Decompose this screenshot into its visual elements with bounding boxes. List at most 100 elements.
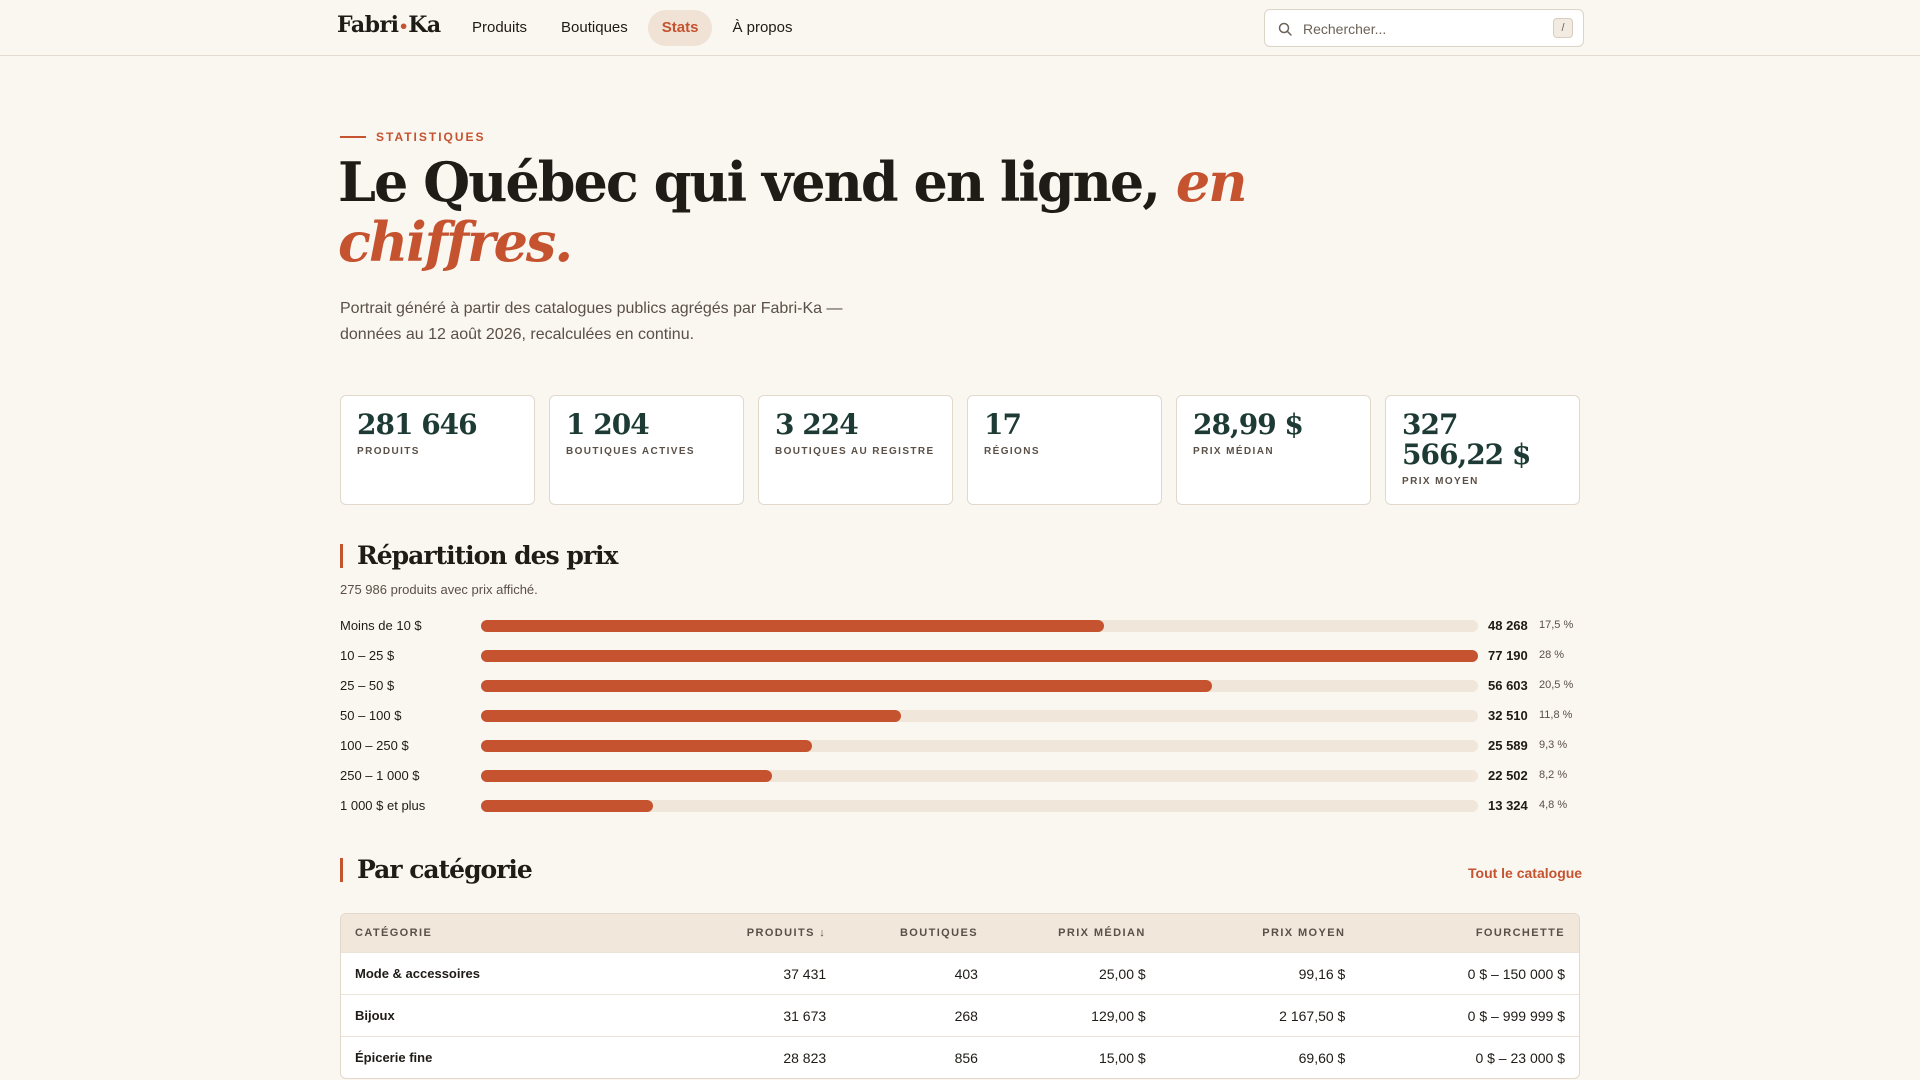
table-row[interactable]: Bijoux 31 673 268 129,00 $ 2 167,50 $ 0 … <box>341 994 1579 1036</box>
stat-card-regions: 17 RÉGIONS <box>967 395 1162 505</box>
distribution-percent: 11,8 % <box>1539 709 1573 721</box>
logo-right: Ka <box>408 12 441 38</box>
stat-label: PRODUITS <box>357 446 420 457</box>
table-row[interactable]: Épicerie fine 28 823 856 15,00 $ 69,60 $… <box>341 1036 1579 1078</box>
distribution-count: 25 589 <box>1488 738 1528 753</box>
distribution-count: 56 603 <box>1488 678 1528 693</box>
distribution-label: 50 – 100 $ <box>340 708 402 723</box>
distribution-bar-track <box>481 800 1478 812</box>
stat-card-boutiques-registre: 3 224 BOUTIQUES AU REGISTRE <box>758 395 953 505</box>
stat-value: 327 566,22 $ <box>1402 408 1531 471</box>
logo-left: Fabri <box>337 12 399 38</box>
distribution-bar-track <box>481 650 1478 662</box>
distribution-bar <box>481 770 772 782</box>
distribution-row: 1 000 $ et plus 13 324 4,8 % <box>340 796 1580 826</box>
distribution-percent: 8,2 % <box>1539 769 1568 781</box>
distribution-bar <box>481 740 812 752</box>
nav-item-boutiques[interactable]: Boutiques <box>547 10 642 46</box>
distribution-row: 50 – 100 $ 32 510 11,8 % <box>340 706 1580 736</box>
cell-average-price: 99,16 $ <box>1298 965 1346 982</box>
distribution-bar-track <box>481 710 1478 722</box>
stat-card-prix-median: 28,99 $ PRIX MÉDIAN <box>1176 395 1371 505</box>
cell-products: 37 431 <box>783 965 827 982</box>
page-title: Le Québec qui vend en ligne, en chiffres… <box>338 152 1258 272</box>
column-header-categorie[interactable]: CATÉGORIE <box>341 927 720 939</box>
stat-cards: 281 646 PRODUITS 1 204 BOUTIQUES ACTIVES… <box>340 395 1580 505</box>
price-distribution-chart: Moins de 10 $ 48 268 17,5 % 10 – 25 $ 77 190… <box>340 616 1580 826</box>
cell-products: 31 673 <box>783 1007 827 1024</box>
section-title-distribution: Répartition des prix <box>340 543 618 568</box>
distribution-row: 10 – 25 $ 77 190 28 % <box>340 646 1580 676</box>
cell-products: 28 823 <box>783 1049 827 1066</box>
cell-range: 0 $ – 150 000 $ <box>1467 965 1565 982</box>
nav-item-a-propos[interactable]: À propos <box>718 10 806 46</box>
search-icon <box>1278 22 1292 36</box>
nav-item-produits[interactable]: Produits <box>458 10 541 46</box>
cell-average-price: 69,60 $ <box>1298 1049 1346 1066</box>
distribution-count: 77 190 <box>1488 648 1528 663</box>
logo[interactable]: Fabri•Ka <box>337 12 441 38</box>
cell-range: 0 $ – 23 000 $ <box>1475 1049 1565 1066</box>
distribution-percent: 20,5 % <box>1539 679 1574 691</box>
search-input[interactable] <box>1303 18 1533 40</box>
see-all-catalog-link[interactable]: Tout le catalogue <box>1468 865 1582 881</box>
stat-value: 281 646 <box>357 408 478 441</box>
distribution-count: 32 510 <box>1488 708 1528 723</box>
cell-median-price: 25,00 $ <box>1098 965 1146 982</box>
eyebrow-text: STATISTIQUES <box>376 130 486 144</box>
column-header-prix-median[interactable]: PRIX MÉDIAN <box>992 927 1160 939</box>
distribution-row: Moins de 10 $ 48 268 17,5 % <box>340 616 1580 646</box>
stat-label: RÉGIONS <box>984 446 1040 457</box>
distribution-subtitle: 275 986 produits avec prix affiché. <box>340 582 538 597</box>
stat-value: 3 224 <box>775 408 859 441</box>
stat-card-prix-moyen: 327 566,22 $ PRIX MOYEN <box>1385 395 1580 505</box>
stat-label: BOUTIQUES AU REGISTRE <box>775 446 935 457</box>
distribution-bar <box>481 680 1213 692</box>
distribution-row: 25 – 50 $ 56 603 20,5 % <box>340 676 1580 706</box>
column-header-produits[interactable]: PRODUITS ↓ <box>720 927 840 939</box>
eyebrow-line <box>340 136 366 138</box>
column-header-fourchette[interactable]: FOURCHETTE <box>1359 927 1579 939</box>
distribution-bar-track <box>481 740 1478 752</box>
distribution-bar <box>481 710 901 722</box>
cell-category: Épicerie fine <box>355 1050 433 1065</box>
distribution-percent: 4,8 % <box>1539 799 1568 811</box>
distribution-label: 25 – 50 $ <box>340 678 395 693</box>
category-table: CATÉGORIE PRODUITS ↓ BOUTIQUES PRIX MÉDI… <box>340 913 1580 1079</box>
cell-category: Bijoux <box>355 1008 395 1023</box>
stat-label: BOUTIQUES ACTIVES <box>566 446 695 457</box>
main-nav: Produits Boutiques Stats À propos <box>458 10 806 46</box>
stat-card-boutiques-actives: 1 204 BOUTIQUES ACTIVES <box>549 395 744 505</box>
distribution-percent: 17,5 % <box>1539 619 1574 631</box>
distribution-count: 22 502 <box>1488 768 1528 783</box>
stat-card-produits: 281 646 PRODUITS <box>340 395 535 505</box>
distribution-percent: 9,3 % <box>1539 739 1568 751</box>
cell-average-price: 2 167,50 $ <box>1279 1007 1346 1024</box>
distribution-bar <box>481 650 1478 662</box>
section-title-categories: Par catégorie <box>340 857 533 882</box>
distribution-label: Moins de 10 $ <box>340 618 422 633</box>
cell-range: 0 $ – 999 999 $ <box>1467 1007 1565 1024</box>
distribution-percent: 28 % <box>1539 649 1565 661</box>
distribution-bar <box>481 800 654 812</box>
cell-shops: 403 <box>954 965 978 982</box>
distribution-bar <box>481 620 1105 632</box>
top-navigation-bar: Fabri•Ka Produits Boutiques Stats À prop… <box>0 0 1920 56</box>
cell-shops: 268 <box>954 1007 978 1024</box>
column-header-prix-moyen[interactable]: PRIX MOYEN <box>1160 927 1360 939</box>
page-intro: Portrait généré à partir des catalogues … <box>340 300 843 343</box>
distribution-label: 250 – 1 000 $ <box>340 768 420 783</box>
distribution-bar-track <box>481 620 1478 632</box>
stat-value: 17 <box>984 408 1022 441</box>
distribution-row: 100 – 250 $ 25 589 9,3 % <box>340 736 1580 766</box>
section-eyebrow: STATISTIQUES <box>340 130 486 144</box>
table-row[interactable]: Mode & accessoires 37 431 403 25,00 $ 99… <box>341 952 1579 994</box>
search-box[interactable]: / <box>1264 9 1584 47</box>
logo-dot: • <box>398 17 409 36</box>
column-header-boutiques[interactable]: BOUTIQUES <box>840 927 992 939</box>
search-shortcut-hint: / <box>1553 18 1573 38</box>
cell-category: Mode & accessoires <box>355 966 481 981</box>
stat-value: 1 204 <box>566 408 650 441</box>
nav-item-stats[interactable]: Stats <box>647 10 713 46</box>
distribution-count: 48 268 <box>1488 618 1528 633</box>
